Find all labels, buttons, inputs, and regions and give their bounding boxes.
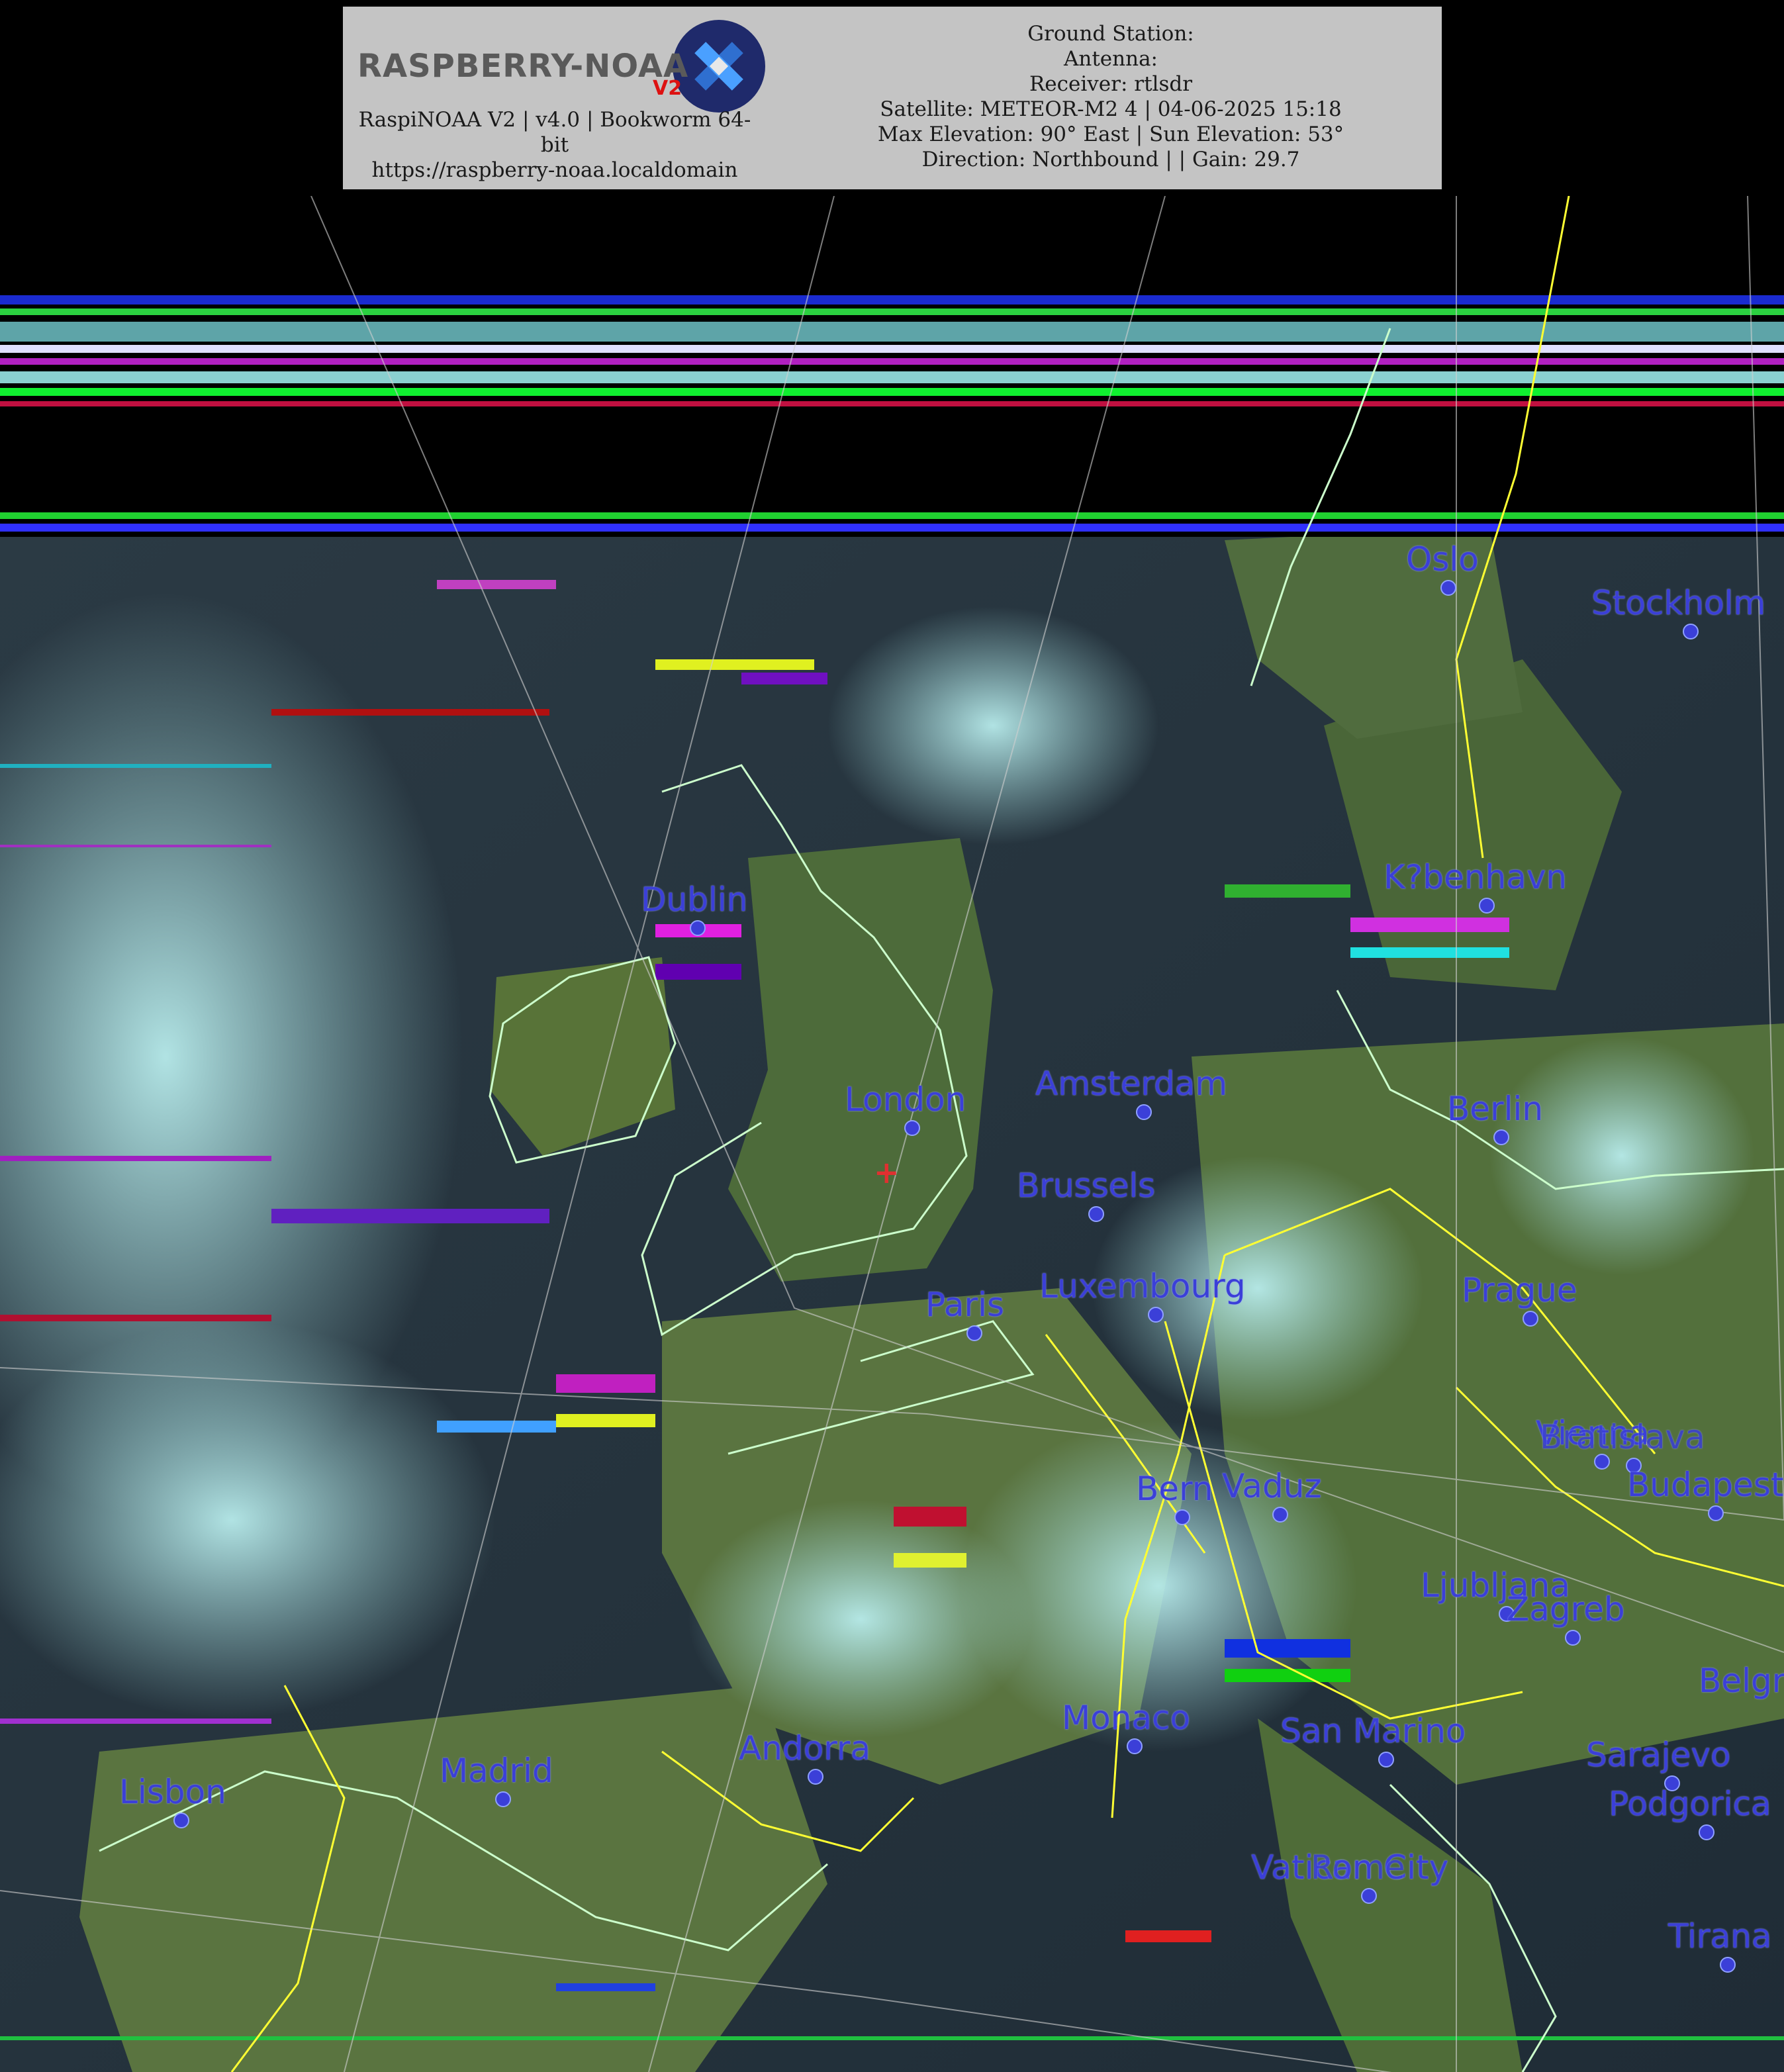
antenna-line: Antenna: — [1063, 47, 1158, 71]
city-label-bratislava: Bratislava — [1540, 1418, 1705, 1456]
satellite-line: Satellite: METEOR-M2 4 | 04-06-2025 15:1… — [880, 97, 1342, 121]
city-dot — [808, 1769, 823, 1785]
city-label-berlin: Berlin — [1447, 1090, 1544, 1128]
pass-details: Ground Station: Antenna: Receiver: rtlsd… — [820, 21, 1402, 172]
city-label-san-marino: San Marino — [1280, 1712, 1466, 1750]
city-label-prague: Prague — [1462, 1271, 1577, 1309]
station-software-info: RaspiNOAA V2 | v4.0 | Bookworm 64- bit h… — [343, 107, 767, 183]
city-dot — [690, 920, 706, 936]
city-dot — [1565, 1630, 1581, 1646]
city-dot — [966, 1325, 982, 1341]
map-imagery — [0, 196, 1784, 2072]
city-label-andorra: Andorra — [739, 1729, 871, 1767]
city-dot — [495, 1791, 511, 1807]
city-dot — [1148, 1307, 1164, 1323]
city-label-amsterdam: Amsterdam — [1035, 1064, 1228, 1103]
city-dot — [1136, 1104, 1152, 1120]
city-label-stockholm: Stockholm — [1591, 584, 1766, 622]
raspberry-noaa-logo: RASPBERRY-NOAA V2 — [350, 13, 773, 113]
satellite-map-image: + Oslo Stockholm K?benhavn Dublin London… — [0, 196, 1784, 2072]
city-dot — [1683, 624, 1699, 639]
city-dot — [1088, 1206, 1104, 1222]
city-dot — [1440, 580, 1456, 596]
ground-station-line: Ground Station: — [1027, 22, 1194, 46]
city-dot — [1272, 1507, 1288, 1523]
city-label-vaduz: Vaduz — [1222, 1467, 1322, 1505]
city-label-bern: Bern — [1136, 1470, 1213, 1508]
software-line-2: bit — [540, 133, 569, 157]
city-label-tirana: Tirana — [1668, 1917, 1772, 1955]
city-label-oslo: Oslo — [1406, 540, 1479, 579]
city-dot — [1720, 1957, 1736, 1973]
city-dot — [1378, 1752, 1394, 1767]
city-dot — [1361, 1888, 1377, 1904]
city-label-belgrade: Belgrade — [1699, 1662, 1784, 1700]
software-line-1: RaspiNOAA V2 | v4.0 | Bookworm 64- — [358, 108, 751, 132]
ground-station-marker: + — [874, 1154, 900, 1190]
city-label-dublin: Dublin — [641, 880, 748, 919]
city-dot — [1479, 898, 1495, 914]
city-label-paris: Paris — [925, 1286, 1005, 1324]
city-label-luxembourg: Luxembourg — [1039, 1267, 1246, 1305]
city-dot — [1708, 1505, 1724, 1521]
city-dot — [173, 1813, 189, 1828]
city-label-kobenhavn: K?benhavn — [1384, 858, 1568, 896]
city-dot — [1493, 1129, 1509, 1145]
logo-text: RASPBERRY-NOAA — [357, 48, 689, 85]
city-dot — [1699, 1824, 1714, 1840]
logo-version-badge: V2 — [653, 77, 682, 100]
city-label-monaco: Monaco — [1062, 1699, 1191, 1737]
city-dot — [1523, 1311, 1538, 1327]
software-url: https://raspberry-noaa.localdomain — [371, 158, 738, 182]
city-label-lisbon: Lisbon — [119, 1773, 226, 1811]
direction-gain-line: Direction: Northbound | | Gain: 29.7 — [921, 148, 1300, 171]
city-label-podgorica: Podgorica — [1609, 1785, 1771, 1823]
city-label-madrid: Madrid — [440, 1752, 553, 1790]
city-label-london: London — [845, 1080, 966, 1119]
city-dot — [1174, 1509, 1190, 1525]
city-label-zagreb: Zagreb — [1507, 1590, 1625, 1628]
city-dot — [904, 1120, 920, 1136]
city-label-budapest: Budapest — [1627, 1466, 1784, 1504]
info-header: RASPBERRY-NOAA V2 RaspiNOAA V2 | v4.0 | … — [343, 7, 1442, 189]
city-label-brussels: Brussels — [1017, 1166, 1156, 1205]
elevation-line: Max Elevation: 90° East | Sun Elevation:… — [877, 122, 1344, 146]
city-dot — [1127, 1738, 1143, 1754]
city-label-sarajevo: Sarajevo — [1586, 1736, 1731, 1774]
city-label-rome: Rome — [1311, 1848, 1405, 1887]
receiver-line: Receiver: rtlsdr — [1029, 72, 1193, 96]
